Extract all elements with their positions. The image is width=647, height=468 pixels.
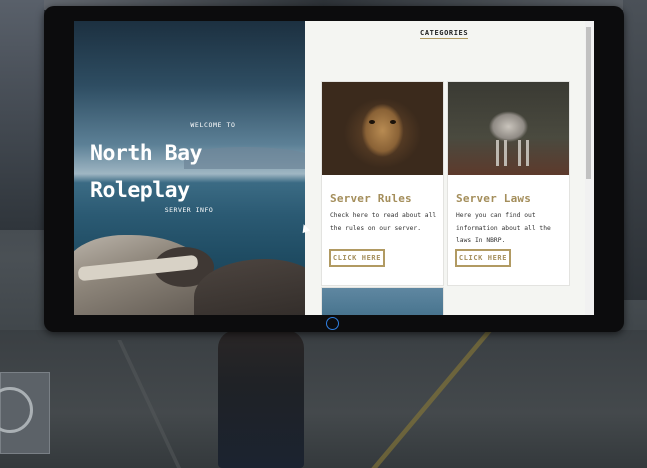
server-info-link[interactable]: SERVER INFO [164, 206, 214, 214]
hud-widget [0, 372, 50, 454]
lioness-eye [390, 120, 396, 124]
hero-title: North Bay Roleplay [90, 135, 300, 209]
hero-panel: WELCOME TO North Bay Roleplay SERVER INF… [74, 21, 305, 315]
hero-title-line2: Roleplay [90, 178, 190, 203]
scrollbar-thumb[interactable] [586, 27, 591, 179]
world-building-right [623, 0, 647, 300]
categories-heading: CATEGORIES [420, 29, 469, 39]
card-description: Check here to read about all the rules o… [330, 212, 437, 232]
wolf-leg [518, 140, 521, 166]
wolf-photo [448, 82, 569, 175]
wolf-leg [496, 140, 499, 166]
wolf-leg [504, 140, 507, 166]
world-road [0, 330, 647, 468]
world-building-left [0, 0, 44, 230]
wolf-leg [526, 140, 529, 166]
content-scrollbar[interactable] [585, 21, 594, 315]
sea-photo [322, 288, 443, 315]
lioness-photo [322, 82, 443, 175]
server-rules-click-button[interactable]: CLICK HERE [329, 249, 385, 267]
hero-welcome-text: WELCOME TO [190, 121, 236, 129]
category-card-server-laws: Server Laws Here you can find out inform… [448, 82, 569, 285]
category-card-server-rules: Server Rules Check here to read about al… [322, 82, 443, 285]
lioness-eye [369, 120, 375, 124]
tablet-screen: WELCOME TO North Bay Roleplay SERVER INF… [74, 21, 594, 315]
tablet-home-button[interactable] [326, 317, 339, 330]
card-title: Server Rules [330, 192, 412, 205]
category-card-partial [322, 288, 443, 315]
server-laws-click-button[interactable]: CLICK HERE [455, 249, 511, 267]
player-character [218, 330, 304, 468]
card-description: Here you can find out information about … [456, 212, 551, 244]
categories-panel: CATEGORIES Server Rules Check here to re… [305, 21, 594, 315]
card-title: Server Laws [456, 192, 532, 205]
hero-title-line1: North Bay [90, 141, 203, 166]
